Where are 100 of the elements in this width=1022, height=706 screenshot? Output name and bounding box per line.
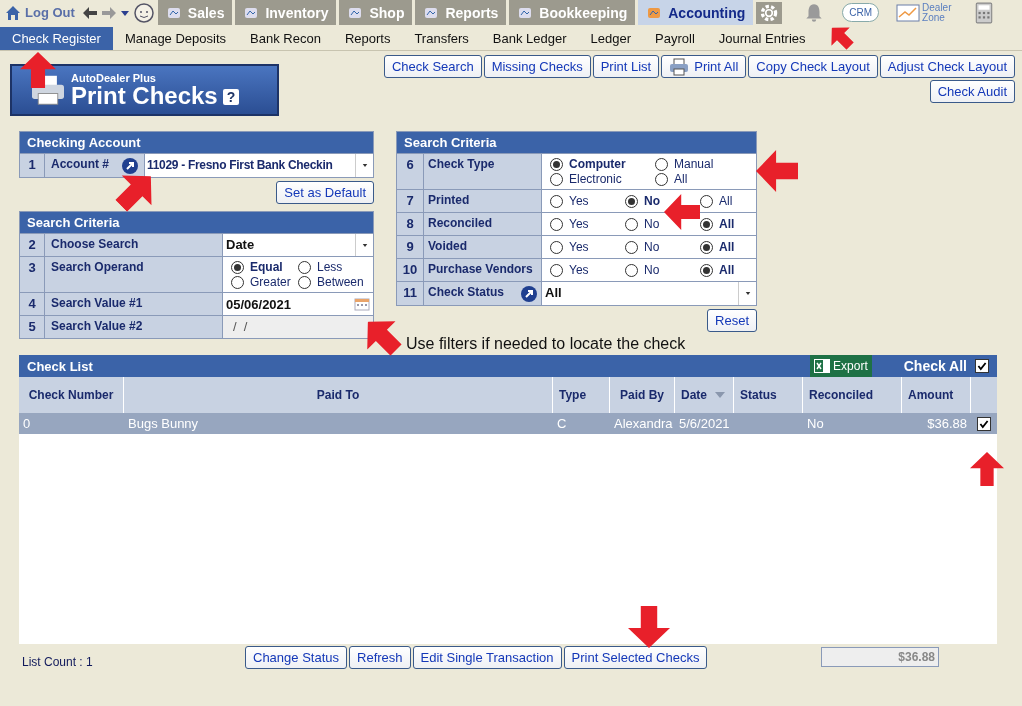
toolbar-button[interactable]: Check Search: [383, 55, 482, 78]
sub-nav-item[interactable]: Check Register: [0, 27, 113, 50]
radio-option[interactable]: Equal: [231, 260, 283, 274]
set-default-button[interactable]: Set as Default: [276, 181, 374, 204]
row-number: 4: [20, 293, 45, 315]
column-header[interactable]: Status: [740, 388, 777, 402]
toolbar-button[interactable]: Print List: [592, 55, 660, 78]
row-number: 8: [397, 213, 424, 235]
table-cell: 0: [23, 416, 31, 431]
toolbar-button[interactable]: Copy Check Layout: [748, 55, 878, 78]
toolbar-button[interactable]: Print All: [661, 55, 747, 78]
radio-option[interactable]: No: [625, 239, 660, 255]
row-number: 7: [397, 190, 424, 212]
table-cell: 5/6/2021: [679, 416, 730, 431]
nav-tab[interactable]: Accounting: [638, 0, 754, 25]
column-header[interactable]: Reconciled: [809, 388, 874, 402]
row-number: 11: [397, 282, 424, 305]
annotation-arrow: [628, 606, 670, 648]
radio-option[interactable]: Between: [298, 275, 364, 289]
radio-option[interactable]: Manual: [655, 157, 714, 171]
caret-icon: [361, 243, 368, 247]
support-face-icon[interactable]: [132, 1, 155, 24]
action-button[interactable]: Change Status: [245, 645, 347, 669]
sub-nav-item[interactable]: Manage Deposits: [112, 27, 239, 50]
action-button[interactable]: Refresh: [349, 645, 411, 669]
sub-nav-item[interactable]: Payroll: [643, 27, 707, 50]
brand-text: AutoDealer Plus: [71, 72, 157, 84]
radio-option[interactable]: Yes: [550, 239, 589, 255]
page-title: Print Checks: [71, 83, 218, 108]
radio-option[interactable]: No: [625, 216, 660, 232]
row-number: 2: [20, 234, 45, 256]
radio-option[interactable]: All: [655, 172, 688, 186]
radio-option[interactable]: Yes: [550, 193, 589, 209]
home-icon: [5, 4, 21, 21]
row-checkbox[interactable]: [977, 416, 991, 431]
row-number: 5: [20, 316, 45, 338]
radio-option[interactable]: Electronic: [550, 172, 622, 186]
printer-icon: [669, 57, 690, 76]
panel-title: Check List: [27, 358, 94, 374]
radio-option[interactable]: Yes: [550, 262, 589, 278]
column-header[interactable]: Amount: [908, 388, 954, 402]
column-header[interactable]: Check Number: [28, 388, 114, 402]
search-select[interactable]: Date: [223, 234, 373, 256]
check-all-checkbox[interactable]: [975, 359, 989, 373]
radio-option[interactable]: All: [700, 193, 733, 209]
date-field[interactable]: 05/06/2021: [223, 293, 373, 315]
action-button[interactable]: Print Selected Checks: [563, 645, 708, 669]
total-field: $36.88: [821, 647, 939, 667]
radio-option[interactable]: No: [625, 193, 660, 209]
caret-icon: [744, 292, 751, 295]
toolbar-button[interactable]: Adjust Check Layout: [879, 55, 1015, 78]
radio-option[interactable]: All: [700, 239, 735, 255]
settings-icon[interactable]: [756, 1, 783, 24]
table-cell: $36.88: [927, 416, 967, 431]
dealer-zone-link[interactable]: Dealer Zone: [896, 2, 957, 23]
column-header[interactable]: Paid To: [316, 388, 360, 402]
crm-button[interactable]: CRM: [842, 3, 880, 22]
annotation-text: Use filters if needed to locate the check: [406, 335, 687, 353]
radio-option[interactable]: Less: [298, 260, 343, 274]
chart-icon: [896, 3, 921, 22]
date-field[interactable]: / /: [223, 316, 373, 338]
account-select[interactable]: 11029 - Fresno First Bank Checkin: [145, 154, 373, 177]
status-select[interactable]: All: [542, 282, 756, 305]
list-count: List Count : 1: [22, 654, 94, 669]
export-button[interactable]: Export: [810, 355, 872, 377]
row-number: 9: [397, 236, 424, 258]
annotation-arrow: [20, 52, 56, 88]
row-number: 6: [397, 154, 424, 189]
sub-nav-item[interactable]: Reports: [332, 27, 403, 50]
table-cell: Bugs Bunny: [128, 416, 199, 431]
radio-option[interactable]: Greater: [231, 275, 291, 289]
link-icon[interactable]: [521, 286, 537, 302]
column-header[interactable]: Date: [681, 388, 707, 402]
sub-nav-item[interactable]: Journal Entries: [706, 27, 818, 50]
help-button[interactable]: ?: [222, 89, 240, 105]
logout-link[interactable]: Log Out: [5, 4, 75, 21]
column-header[interactable]: Paid By: [620, 388, 664, 402]
panel-title: Search Criteria: [397, 132, 756, 153]
sub-nav-item[interactable]: Ledger: [578, 27, 644, 50]
sub-nav-item[interactable]: Transfers: [402, 27, 481, 50]
annotation-arrow: [970, 452, 1004, 486]
sub-nav-item[interactable]: Bank Recon: [238, 27, 333, 50]
radio-option[interactable]: No: [625, 262, 660, 278]
calendar-icon[interactable]: [354, 297, 370, 311]
panel-title: Search Criteria: [20, 212, 373, 233]
panel-title: Checking Account: [20, 132, 373, 153]
column-header[interactable]: Type: [559, 388, 587, 402]
link-icon[interactable]: [122, 158, 138, 174]
reset-button[interactable]: Reset: [707, 309, 757, 332]
radio-option[interactable]: Yes: [550, 216, 589, 232]
action-button[interactable]: Edit Single Transaction: [412, 645, 562, 669]
toolbar-button[interactable]: Missing Checks: [483, 55, 591, 78]
sub-nav-item[interactable]: Bank Ledger: [480, 27, 579, 50]
radio-option[interactable]: All: [700, 262, 735, 278]
caret-icon: [361, 164, 368, 167]
toolbar-button[interactable]: Check Audit: [929, 80, 1015, 103]
radio-option[interactable]: All: [700, 216, 735, 232]
radio-option[interactable]: Computer: [550, 157, 626, 171]
field-label: Check Status: [424, 282, 542, 305]
check-all-label: Check All: [903, 358, 967, 374]
